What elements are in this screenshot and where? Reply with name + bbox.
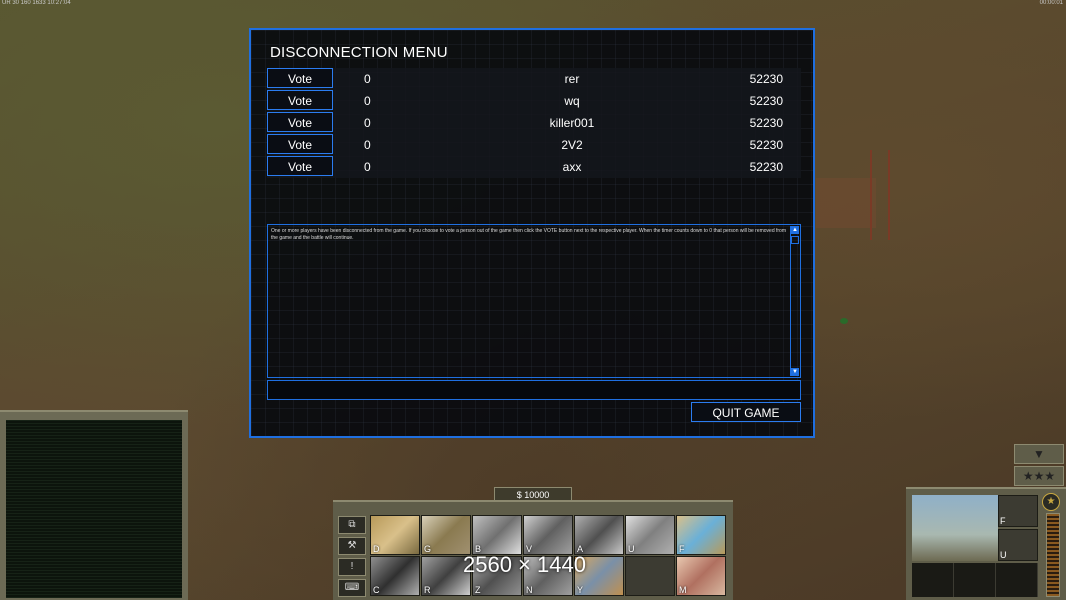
hotkey-label: N [526,585,533,595]
message-log: One or more players have been disconnect… [267,224,801,378]
side-button-chat-icon[interactable]: ⌨ [338,579,366,597]
wrecked-structure [816,178,876,228]
build-button[interactable]: V [523,515,573,555]
hud-timer: 00:00:01 [1039,0,1063,6]
disconnection-dialog: DISCONNECTION MENU Vote 0 rer 52230 Vote… [249,28,815,438]
player-timer: 52230 [749,94,783,108]
build-button[interactable]: B [472,515,522,555]
vote-count: 0 [364,94,371,108]
build-button[interactable]: A [574,515,624,555]
power-bar [1046,513,1060,597]
vote-button[interactable]: Vote [267,134,333,154]
hotkey-label: Y [577,585,584,595]
side-button-alert-icon[interactable]: ! [338,558,366,576]
player-timer: 52230 [749,138,783,152]
chat-input[interactable] [267,380,801,400]
oil-derrick [870,150,890,240]
build-button[interactable]: C [370,556,420,596]
vote-count: 0 [364,138,371,152]
player-name: rer [564,72,580,86]
unit-ability-slot[interactable]: F [998,495,1038,527]
build-button[interactable]: G [421,515,471,555]
hotkey-label: Z [475,585,481,595]
vote-count: 0 [364,72,371,86]
hotkey-label: F [1000,516,1006,526]
queue-slot[interactable] [954,563,996,597]
hotkey-label: M [679,585,687,595]
message-scrollbar[interactable]: ▲ ▼ [790,226,799,376]
queue-slot[interactable] [912,563,954,597]
money-value: $ 10000 [516,490,550,500]
vote-button[interactable]: Vote [267,68,333,88]
player-name: 2V2 [561,138,583,152]
minimap-frame [0,410,188,600]
player-timer: 52230 [749,72,783,86]
player-row: Vote 0 axx 52230 [267,156,801,178]
minimap[interactable] [6,420,182,598]
map-marker [840,318,848,324]
hotkey-label: R [424,585,431,595]
hotkey-label: G [424,544,432,554]
scroll-up-icon[interactable]: ▲ [791,226,799,234]
hotkey-label: F [679,544,685,554]
player-row: Vote 0 rer 52230 [267,68,801,90]
unit-ability-slot[interactable]: U [998,529,1038,561]
player-name: killer001 [549,116,595,130]
empty-build-slot [625,556,675,596]
player-timer: 52230 [749,160,783,174]
unit-panel: F U ★ [906,487,1066,600]
player-name: axx [562,160,582,174]
unit-portrait [912,495,998,561]
dialog-title: DISCONNECTION MENU [270,44,448,61]
player-row: Vote 0 2V2 52230 [267,134,801,156]
player-name: wq [564,94,580,108]
queue-slot[interactable] [996,563,1038,597]
player-timer: 52230 [749,116,783,130]
build-button[interactable]: M [676,556,726,596]
message-text: One or more players have been disconnect… [271,228,787,241]
hotkey-label: U [628,544,635,554]
rank-star-icon: ★ [1042,493,1060,511]
build-button[interactable]: D [370,515,420,555]
vote-count: 0 [364,160,371,174]
general-powers-stars-icon[interactable]: ★★★ [1014,466,1064,486]
hotkey-label: U [1000,550,1007,560]
hud-stats: UR 30 160 1633 10:27:04 [2,0,71,6]
player-row: Vote 0 wq 52230 [267,90,801,112]
side-button-structures-icon[interactable]: ⧉ [338,516,366,534]
scroll-thumb[interactable] [791,236,799,244]
player-row: Vote 0 killer001 52230 [267,112,801,134]
scroll-down-icon[interactable]: ▼ [791,368,799,376]
panel-toggles: ▼ ★★★ [1014,444,1064,488]
vote-button[interactable]: Vote [267,112,333,132]
vote-button[interactable]: Vote [267,90,333,110]
build-queue [912,563,1038,597]
vote-button[interactable]: Vote [267,156,333,176]
build-button[interactable]: U [625,515,675,555]
resolution-watermark: 2560 × 1440 [463,552,586,577]
build-button[interactable]: F [676,515,726,555]
vote-count: 0 [364,116,371,130]
quit-game-button[interactable]: QUIT GAME [691,402,801,422]
hotkey-label: D [373,544,380,554]
command-bar: ⧉ ⚒ ! ⌨ D G B V A U F C R Z N Y M [333,500,733,600]
side-button-repair-icon[interactable]: ⚒ [338,537,366,555]
hotkey-label: C [373,585,380,595]
collapse-chevron-icon[interactable]: ▼ [1014,444,1064,464]
